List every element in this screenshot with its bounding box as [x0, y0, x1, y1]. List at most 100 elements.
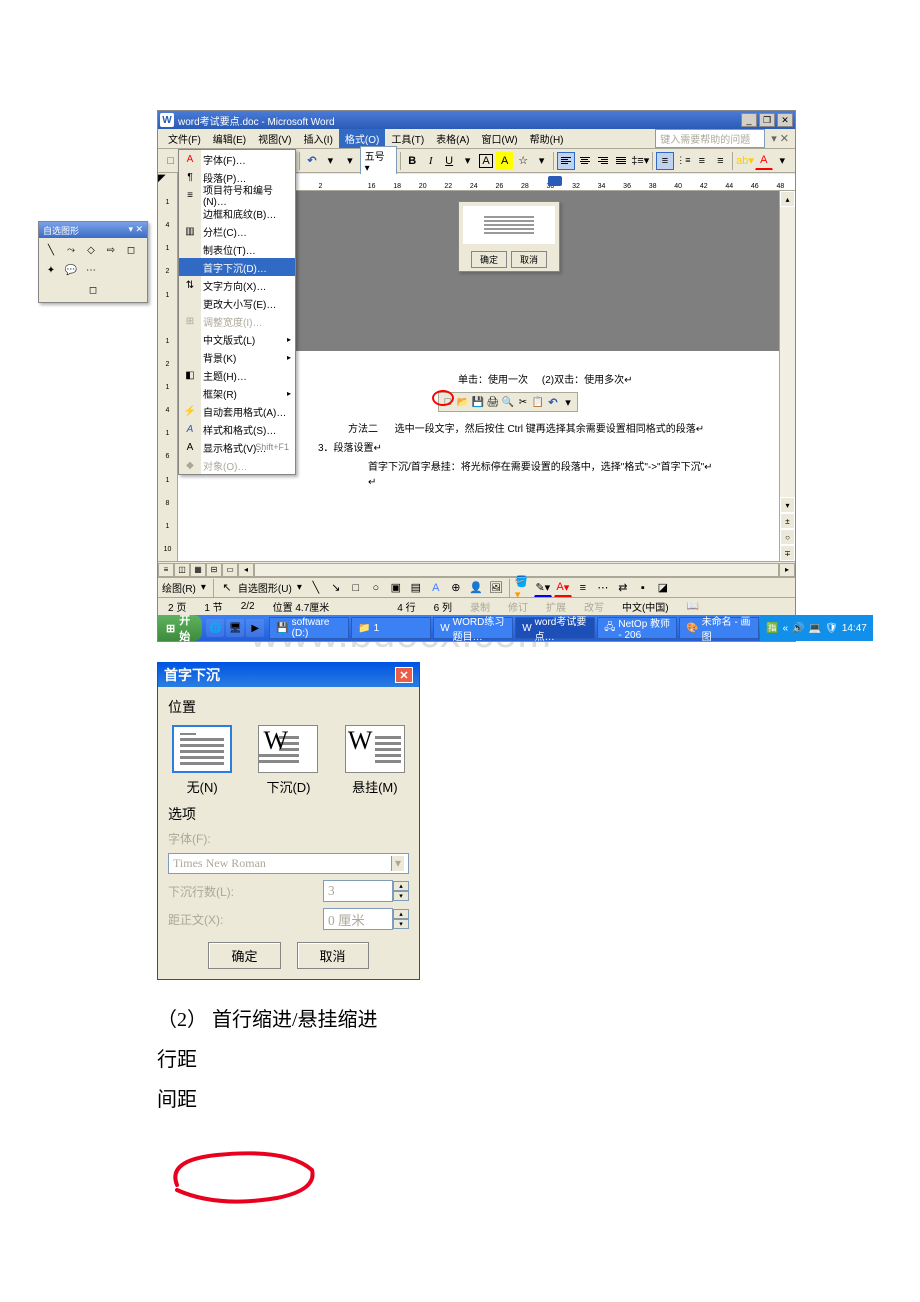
undo-icon[interactable] [303, 152, 320, 170]
browse-object-icon[interactable]: ○ [780, 529, 795, 545]
char-border-icon[interactable] [477, 152, 494, 170]
shape-callout-icon[interactable]: 💬 [62, 261, 80, 279]
autoshapes-menu[interactable]: 自选图形(U) [238, 580, 292, 595]
tab-marker[interactable] [548, 176, 562, 186]
tiny-more-icon[interactable]: ▾ [561, 395, 575, 409]
oval-icon[interactable]: ○ [367, 579, 385, 597]
tiny-open-icon[interactable] [456, 395, 470, 409]
ql-media-icon[interactable]: ▶ [246, 619, 264, 637]
task-paint[interactable]: 🎨 未命名 - 画图 [679, 617, 759, 639]
vertical-ruler[interactable]: 1412112141618110 [158, 191, 178, 561]
dd-frame[interactable]: 框架(R)▸ [179, 384, 295, 402]
align-justify-icon[interactable] [613, 152, 630, 170]
reading-view-icon[interactable]: ▭ [222, 563, 238, 577]
task-word2[interactable]: W word考试要点… [515, 617, 595, 639]
wordart-icon[interactable]: A [427, 579, 445, 597]
help-search-box[interactable]: 键入需要帮助的问题 [655, 129, 765, 148]
mini-ok-button[interactable]: 确定 [471, 251, 507, 268]
start-button[interactable]: ⊞ 开始 [158, 615, 202, 641]
dd-changecase[interactable]: 更改大小写(E)… [179, 294, 295, 312]
line-icon[interactable]: ╲ [307, 579, 325, 597]
char-fit-icon[interactable] [514, 152, 531, 170]
indent-icon[interactable] [712, 152, 729, 170]
shape-star-icon[interactable]: ✦ [42, 261, 60, 279]
close-button[interactable]: ✕ [777, 113, 793, 127]
tiny-paste-icon[interactable] [531, 395, 545, 409]
tiny-print-icon[interactable] [486, 395, 500, 409]
scroll-up-icon[interactable]: ▴ [780, 191, 795, 207]
option-dropped[interactable]: W 下沉(D) [258, 725, 318, 796]
more2-icon[interactable]: ▾ [533, 152, 550, 170]
tray-net-icon[interactable]: 💻 [809, 623, 821, 634]
dd-asian[interactable]: 中文版式(L)▸ [179, 330, 295, 348]
highlight-icon[interactable] [496, 152, 514, 170]
numbering-icon[interactable] [656, 152, 673, 170]
underline-icon[interactable] [440, 152, 457, 170]
menu-file[interactable]: 文件(F) [162, 129, 207, 148]
status-lang[interactable]: 中文(中国) [618, 599, 673, 614]
dd-dropcap[interactable]: 首字下沉(D)… [179, 258, 295, 276]
system-tray[interactable]: 🈯 « 🔊 💻 🛡 14:47 [760, 615, 873, 641]
dd-theme[interactable]: ◧主题(H)… [179, 366, 295, 384]
tray-shield-icon[interactable]: 🛡 [825, 623, 838, 634]
spin-down-icon[interactable]: ▾ [393, 891, 409, 901]
hscroll-right-icon[interactable]: ▸ [779, 563, 795, 577]
bullets-icon[interactable] [675, 152, 692, 170]
arrow-style-icon[interactable]: ⇄ [614, 579, 632, 597]
textbox-icon[interactable]: ▣ [387, 579, 405, 597]
dd-styles[interactable]: A样式和格式(S)… [179, 420, 295, 438]
tiny-save-icon[interactable] [471, 395, 485, 409]
3d-icon[interactable]: ◪ [654, 579, 672, 597]
draw-menu[interactable]: 绘图(R) [162, 580, 196, 595]
minimize-button[interactable]: _ [741, 113, 757, 127]
scroll-down-icon[interactable]: ▾ [780, 497, 795, 513]
shape-flow-icon[interactable]: ◻ [122, 241, 140, 259]
vertical-scrollbar[interactable]: ▴ ▾ ± ○ ∓ [779, 191, 795, 561]
tiny-cut-icon[interactable] [516, 395, 530, 409]
align-left-icon[interactable] [557, 152, 574, 170]
dd-autoformat[interactable]: ⚡自动套用格式(A)… [179, 402, 295, 420]
dd-columns[interactable]: ▥分栏(C)… [179, 222, 295, 240]
spin-up2-icon[interactable]: ▴ [393, 909, 409, 919]
ruler-corner[interactable]: ◤ [158, 173, 178, 191]
menu-view[interactable]: 视图(V) [252, 129, 297, 148]
shape-connector-icon[interactable]: ⤳ [62, 241, 80, 259]
tray-lang-icon[interactable]: 🈯 [766, 623, 778, 634]
dd-reveal[interactable]: A显示格式(V)…Shift+F1 [179, 438, 295, 456]
toolbox-close-icon[interactable]: ▾ ✕ [128, 224, 143, 236]
task-word1[interactable]: W WORD练习题目… [433, 617, 513, 639]
vtext-icon[interactable]: ▤ [407, 579, 425, 597]
dd-tabs[interactable]: 制表位(T)… [179, 240, 295, 258]
web-view-icon[interactable]: ◫ [174, 563, 190, 577]
status-ovr[interactable]: 改写 [580, 599, 608, 614]
new-icon[interactable] [162, 152, 179, 170]
arrow-icon[interactable]: ↘ [327, 579, 345, 597]
doc-close-button[interactable]: ▾ ✕ [765, 132, 795, 145]
shape-more-icon[interactable]: ⋯ [82, 261, 100, 279]
dd-background[interactable]: 背景(K)▸ [179, 348, 295, 366]
font-color-icon[interactable] [755, 152, 772, 170]
line-spacing-icon[interactable]: ‡≡▾ [631, 152, 649, 170]
line-style-icon[interactable]: ≡ [574, 579, 592, 597]
tiny-undo-icon[interactable] [546, 395, 560, 409]
print-view-icon[interactable]: ▦ [190, 563, 206, 577]
tray-vol-icon[interactable]: 🔊 [792, 623, 804, 634]
outdent-icon[interactable] [693, 152, 710, 170]
align-center-icon[interactable] [576, 152, 593, 170]
status-rev[interactable]: 修订 [504, 599, 532, 614]
tray-clock[interactable]: 14:47 [842, 623, 867, 634]
line-color-icon[interactable]: ✎▾ [534, 579, 552, 597]
shape-line-icon[interactable]: ╲ [42, 241, 60, 259]
diagram-icon[interactable]: ⊕ [447, 579, 465, 597]
dash-style-icon[interactable]: ⋯ [594, 579, 612, 597]
hscroll-left-icon[interactable]: ◂ [238, 563, 254, 577]
select-objects-icon[interactable]: ↖ [218, 579, 236, 597]
dd-bullets[interactable]: ≡项目符号和编号(N)… [179, 186, 295, 204]
font-size-combo[interactable]: 五号 ▾ [360, 146, 397, 176]
mini-cancel-button[interactable]: 取消 [511, 251, 547, 268]
status-spell-icon[interactable]: 📖 [683, 601, 703, 612]
clipart-icon[interactable]: 👤 [467, 579, 485, 597]
ql-ie-icon[interactable]: 🌐 [206, 619, 224, 637]
menu-insert[interactable]: 插入(I) [297, 129, 338, 148]
normal-view-icon[interactable]: ≡ [158, 563, 174, 577]
